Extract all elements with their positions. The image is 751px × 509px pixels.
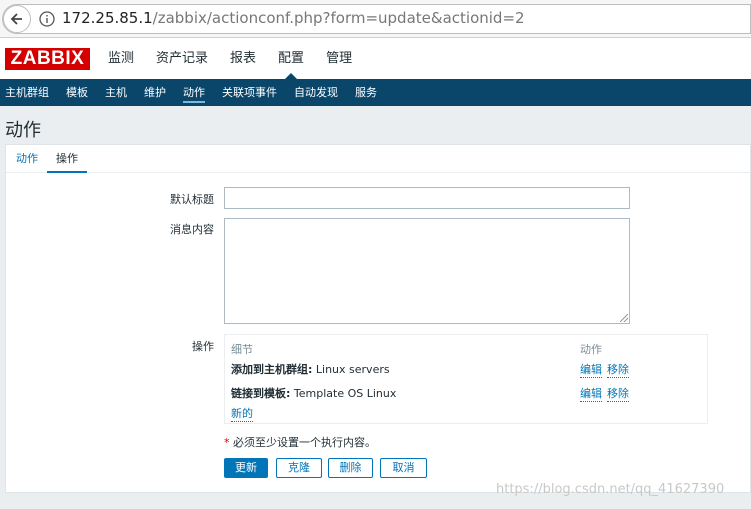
message-textarea[interactable] [224, 218, 630, 324]
menu-inventory[interactable]: 资产记录 [148, 38, 216, 79]
subnav-discovery[interactable]: 自动发现 [288, 79, 344, 106]
info-icon[interactable] [39, 11, 55, 27]
subject-label: 默认标题 [170, 193, 214, 206]
menu-monitoring[interactable]: 监测 [100, 38, 142, 79]
new-operation-link[interactable]: 新的 [231, 405, 253, 422]
tab-operations[interactable]: 操作 [47, 145, 87, 173]
subnav-actions[interactable]: 动作 [177, 79, 211, 106]
subject-input[interactable] [224, 187, 630, 209]
page-title: 动作 [5, 120, 41, 141]
operation-type: 链接到模板: [231, 387, 291, 400]
col-details-header: 细节 [231, 343, 253, 356]
browser-toolbar: 172.25.85.1/zabbix/actionconf.php?form=u… [0, 0, 751, 38]
remove-link[interactable]: 移除 [607, 361, 629, 378]
resize-handle-icon[interactable] [620, 314, 628, 322]
operation-value: Linux servers [312, 363, 390, 376]
col-action-header: 动作 [580, 343, 602, 356]
watermark: https://blog.csdn.net/qq_41627390 [496, 482, 725, 497]
menu-administration[interactable]: 管理 [318, 38, 360, 79]
arrow-left-icon [10, 13, 22, 25]
tab-bar: 动作 操作 [6, 145, 750, 173]
operation-row-2: 链接到模板: Template OS Linux [231, 385, 396, 401]
operation-row-1: 添加到主机群组: Linux servers [231, 361, 390, 377]
tab-action[interactable]: 动作 [16, 145, 38, 173]
remove-link[interactable]: 移除 [607, 385, 629, 402]
main-menu: 监测 资产记录 报表 配置 管理 [100, 38, 366, 79]
sub-navigation: 主机群组 模板 主机 维护 动作 关联项事件 自动发现 服务 [0, 79, 751, 106]
subnav-services[interactable]: 服务 [349, 79, 383, 106]
edit-link[interactable]: 编辑 [580, 385, 602, 402]
subnav-hosts[interactable]: 主机 [99, 79, 133, 106]
form-panel: 动作 操作 默认标题 消息内容 操作 细节 动作 添加到主机群组: Linux … [5, 144, 751, 493]
back-button[interactable] [3, 5, 31, 33]
edit-link[interactable]: 编辑 [580, 361, 602, 378]
clone-button[interactable]: 克隆 [276, 458, 322, 478]
operations-table: 细节 动作 添加到主机群组: Linux servers 编辑 移除 链接到模板… [224, 334, 708, 424]
subnav-host-groups[interactable]: 主机群组 [0, 79, 55, 106]
subnav-maintenance[interactable]: 维护 [138, 79, 172, 106]
url-path: /zabbix/actionconf.php?form=update&actio… [152, 9, 525, 27]
url-text[interactable]: 172.25.85.1/zabbix/actionconf.php?form=u… [62, 9, 525, 27]
required-star: * [224, 436, 230, 449]
required-note: * 必须至少设置一个执行内容。 [224, 434, 376, 450]
zabbix-logo[interactable]: ZABBIX [5, 48, 90, 70]
operation-type: 添加到主机群组: [231, 363, 313, 376]
operation-value: Template OS Linux [290, 387, 397, 400]
operations-label: 操作 [192, 340, 214, 353]
url-host: 172.25.85.1 [62, 9, 153, 27]
menu-reports[interactable]: 报表 [222, 38, 264, 79]
subnav-correlation[interactable]: 关联项事件 [216, 79, 283, 106]
menu-configuration[interactable]: 配置 [270, 38, 312, 79]
cancel-button[interactable]: 取消 [380, 458, 427, 478]
subnav-templates[interactable]: 模板 [60, 79, 94, 106]
required-text: 必须至少设置一个执行内容。 [233, 436, 376, 449]
update-button[interactable]: 更新 [224, 458, 268, 478]
top-navigation: ZABBIX 监测 资产记录 报表 配置 管理 [0, 38, 751, 79]
message-label: 消息内容 [170, 223, 214, 236]
delete-button[interactable]: 删除 [328, 458, 373, 478]
